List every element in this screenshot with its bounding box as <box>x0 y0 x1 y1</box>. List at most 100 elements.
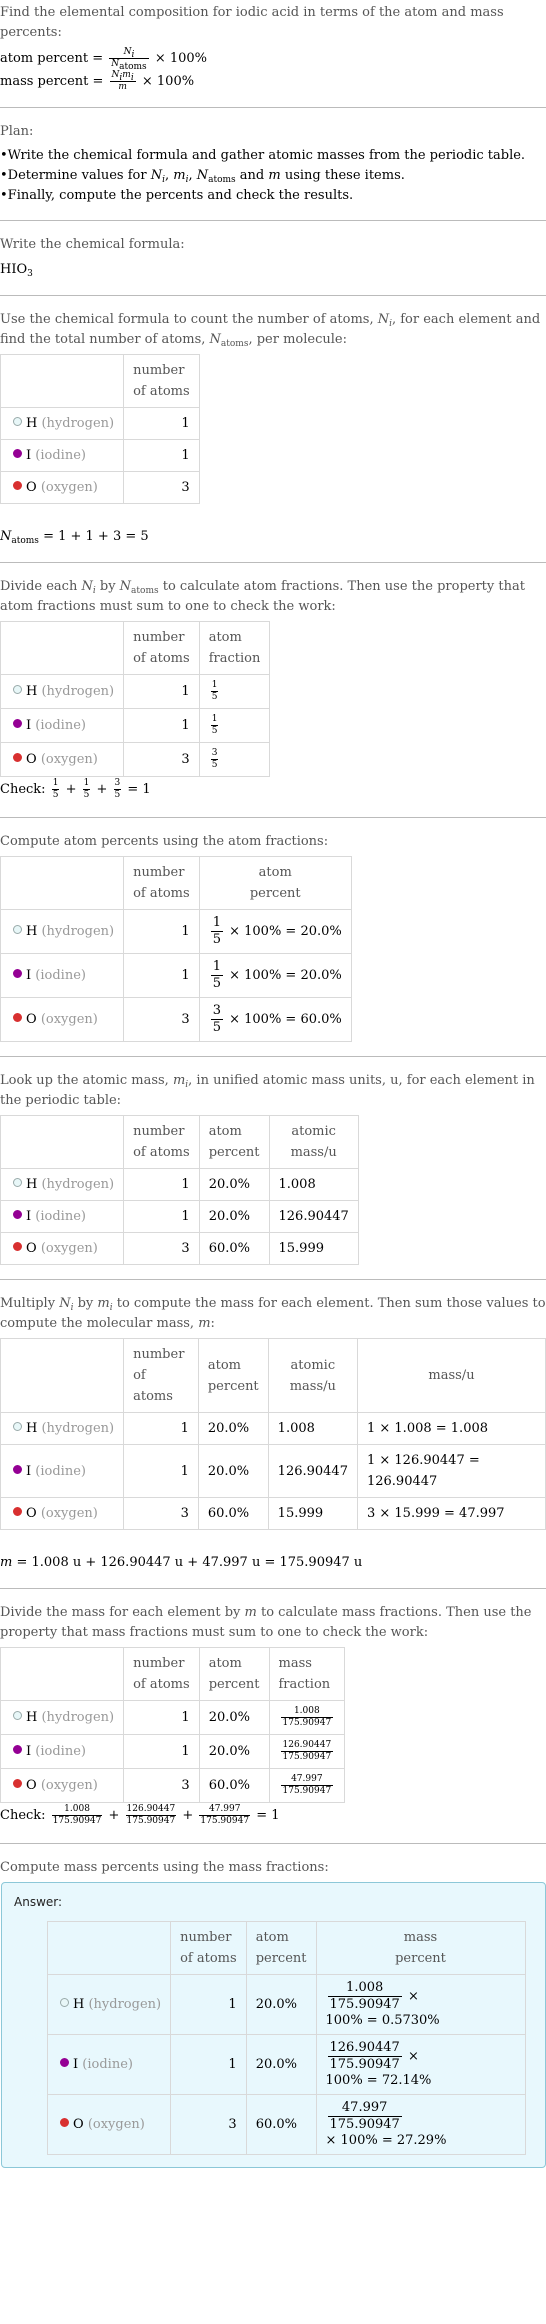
number-of-atoms-cell: 1 <box>170 2034 247 2095</box>
element-name: (hydrogen) <box>41 1710 115 1725</box>
atom-percent-cell: 20.0% <box>197 1412 269 1445</box>
element-dot-icon <box>60 2118 69 2127</box>
fraction: 35 <box>210 748 219 771</box>
mass-percent-fraction: Nimi m <box>109 70 136 92</box>
fraction: 1.008 175.90947 <box>280 1706 334 1729</box>
denominator: 175.90947 <box>282 1718 332 1728</box>
element-name: (hydrogen) <box>88 1997 162 2012</box>
element-symbol: I <box>26 1209 32 1224</box>
atomic-mass-section: Look up the atomic mass, mi, in unified … <box>0 1057 546 1280</box>
element-cell: H (hydrogen) <box>0 674 125 709</box>
lookup-intro: Look up the atomic mass, mi, in unified … <box>0 1073 535 1108</box>
element-dot-icon <box>13 1210 22 1219</box>
element-symbol: I <box>26 718 32 733</box>
numerator: 1.008 <box>327 1980 402 1997</box>
numerator: 1 <box>210 680 219 692</box>
element-name: (oxygen) <box>40 752 98 767</box>
table-row: I (iodine) 1 20.0% 126.90447 1 × 126.90447 =… <box>0 1444 546 1498</box>
number-of-atoms-cell: 3 <box>123 1497 199 1530</box>
denominator: 175.90947 <box>282 1752 332 1762</box>
atom-fraction-table: number of atoms atom fraction H (hydrogen) 1… <box>0 621 271 777</box>
fraction: 15 <box>210 714 219 737</box>
number-of-atoms-cell: 1 <box>123 674 200 709</box>
element-name: (oxygen) <box>87 2117 145 2132</box>
answer-label: Answer: <box>14 1895 63 1909</box>
element-name: (iodine) <box>35 718 86 733</box>
element-name: (oxygen) <box>40 480 98 495</box>
mass-percent-section: Compute mass percents using the mass fra… <box>0 1844 546 2182</box>
atom-percent-cell: 20.0% <box>197 1444 269 1498</box>
atomic-mass-cell: 15.999 <box>267 1497 358 1530</box>
mass-fraction-section: Divide the mass for each element by m to… <box>0 1589 546 1844</box>
table-row: I (iodine) 1 20.0% 126.90447 <box>0 1200 359 1233</box>
element-name: (iodine) <box>35 448 86 463</box>
table-row: O (oxygen) 3 60.0% 15.999 3 × 15.999 = 47.99… <box>0 1497 546 1530</box>
element-dot-icon <box>13 1711 22 1720</box>
element-dot-icon <box>13 1178 22 1187</box>
element-dot-icon <box>13 1242 22 1251</box>
mass-percent-cell: 47.997 175.90947 × 100% = 27.29% <box>315 2094 526 2155</box>
element-cell: I (iodine) <box>0 708 125 743</box>
atomic-mass-cell: 126.90447 <box>267 1444 358 1498</box>
number-of-atoms-cell: 1 <box>123 1168 200 1201</box>
denominator: 5 <box>212 1020 221 1035</box>
number-of-atoms-cell: 1 <box>123 909 200 954</box>
element-cell: I (iodine) <box>0 1734 125 1769</box>
problem-intro: Find the elemental composition for iodic… <box>0 5 504 40</box>
count-atoms-section: Use the chemical formula to count the nu… <box>0 296 546 563</box>
element-symbol: O <box>73 2117 84 2132</box>
element-dot-icon <box>13 1779 22 1788</box>
atom-percent-section: Compute atom percents using the atom fra… <box>0 818 546 1057</box>
fraction: 15 <box>210 915 223 948</box>
atom-percent-formula: atom percent = Ni Natoms × 100% <box>0 47 208 72</box>
element-symbol: H <box>26 684 38 699</box>
element-name: (iodine) <box>35 1744 86 1759</box>
atom-percent-intro: Compute atom percents using the atom fra… <box>0 834 329 849</box>
number-of-atoms-cell: 3 <box>170 2094 247 2155</box>
table-row: I (iodine) 1 1 5 × 100% = 20.0% <box>0 953 352 998</box>
element-name: (iodine) <box>35 1463 86 1479</box>
element-name: (hydrogen) <box>41 1177 115 1192</box>
atom-percent-cell: 20.0% <box>198 1734 270 1769</box>
element-dot-icon <box>13 1013 22 1022</box>
element-dot-icon <box>13 753 22 762</box>
number-of-atoms-cell: 1 <box>123 1444 199 1498</box>
atomic-mass-cell: 1.008 <box>268 1168 359 1201</box>
element-dot-icon <box>13 925 22 934</box>
numerator: 3 <box>210 1003 223 1020</box>
atom-fraction-cell: 15 <box>198 674 271 709</box>
element-dot-icon <box>60 1998 69 2007</box>
element-name: (hydrogen) <box>41 924 115 939</box>
number-of-atoms-cell: 1 <box>123 708 200 743</box>
atom-percent-cell: 20.0% <box>245 1974 317 2035</box>
element-name: (oxygen) <box>40 1778 98 1793</box>
mass-cell: 1 × 1.008 = 1.008 <box>356 1412 546 1445</box>
denominator: 5 <box>212 976 221 991</box>
number-of-atoms-cell: 3 <box>123 997 200 1042</box>
count-intro: Use the chemical formula to count the nu… <box>0 312 541 349</box>
element-dot-icon <box>13 481 22 490</box>
element-dot-icon <box>60 2058 69 2067</box>
element-dot-icon <box>13 1745 22 1754</box>
element-cell: I (iodine) <box>46 2034 172 2095</box>
problem-section: Find the elemental composition for iodic… <box>0 0 546 108</box>
element-name: (iodine) <box>35 1209 86 1224</box>
mass-table: number of atoms atom percent atomic mass/u mas… <box>0 1338 546 1530</box>
number-of-atoms-cell: 3 <box>123 471 200 504</box>
table-row: H (hydrogen) 1 1 5 × 100% = 20.0% <box>0 909 352 954</box>
element-cell: H (hydrogen) <box>0 909 125 954</box>
atom-percent-cell: 60.0% <box>198 1768 270 1803</box>
table-row: H (hydrogen) 1 <box>0 407 200 440</box>
element-cell: I (iodine) <box>0 953 125 998</box>
numerator: 126.90447 <box>327 2040 402 2057</box>
atom-percent-cell: 20.0% <box>245 2034 317 2095</box>
numerator: 47.997 <box>280 1774 334 1786</box>
element-cell: H (hydrogen) <box>46 1974 172 2035</box>
formula-intro: Write the chemical formula: <box>0 237 185 252</box>
element-cell: I (iodine) <box>0 439 125 472</box>
mass-percent-cell: 1.008 175.90947 × 100% = 0.5730% <box>315 1974 526 2035</box>
denominator: 175.90947 <box>282 1786 332 1796</box>
molecular-mass-section: Multiply Ni by mi to compute the mass fo… <box>0 1280 546 1589</box>
table-row: I (iodine) 1 1 5 <box>0 708 271 743</box>
element-name: (iodine) <box>82 2057 133 2072</box>
